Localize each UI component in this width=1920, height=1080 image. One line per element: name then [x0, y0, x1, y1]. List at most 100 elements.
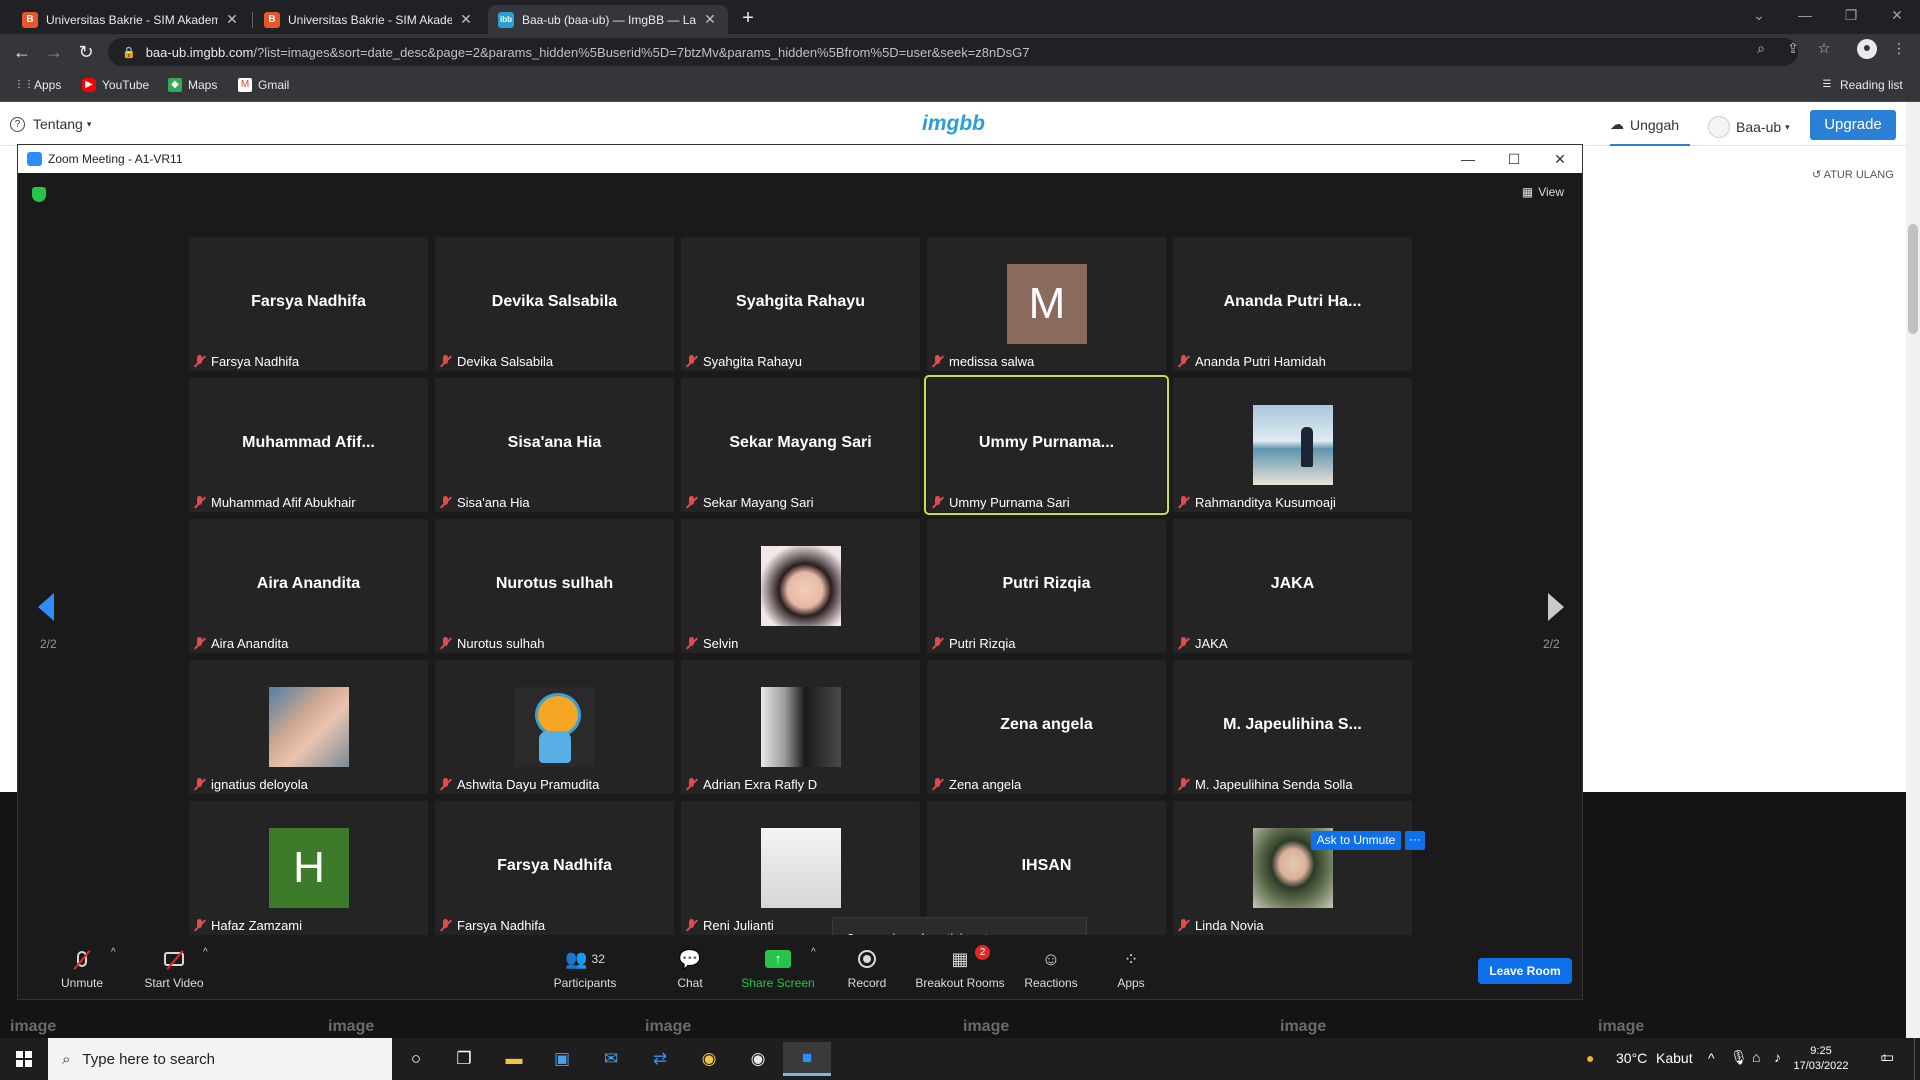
encryption-shield-icon[interactable] — [32, 187, 46, 202]
share-options-caret-icon[interactable]: ^ — [811, 947, 816, 958]
notification-center-icon[interactable]: ▭1 — [1880, 1048, 1899, 1066]
next-page-arrow-icon[interactable] — [1548, 593, 1564, 621]
participant-tile[interactable]: Aira Anandita Aira Anandita — [189, 519, 428, 653]
kebab-menu-icon[interactable]: ⋮ — [1890, 40, 1908, 58]
bookmark-maps[interactable]: ◆ Maps — [168, 78, 217, 92]
reactions-button[interactable]: ☺ Reactions — [1006, 945, 1096, 991]
record-button[interactable]: Record — [822, 945, 912, 990]
tray-chevron-up-icon[interactable]: ^ — [1708, 1050, 1715, 1066]
cortana-circle-icon[interactable]: ○ — [392, 1042, 440, 1076]
mail-icon[interactable]: ✉ — [587, 1042, 635, 1076]
network-icon[interactable]: ⌂ — [1752, 1049, 1760, 1065]
participant-tile[interactable]: Ananda Putri Ha... Ananda Putri Hamidah — [1173, 237, 1412, 371]
previous-page-arrow-icon[interactable] — [38, 593, 54, 621]
more-options-button[interactable]: ··· — [1405, 831, 1425, 850]
back-arrow-icon[interactable]: ← — [10, 40, 34, 64]
weather-temperature[interactable]: 30°C — [1616, 1050, 1647, 1066]
participant-tile[interactable]: Mmedissa salwa — [927, 237, 1166, 371]
show-desktop-button[interactable] — [1914, 1038, 1920, 1080]
minimize-icon[interactable]: — — [1782, 0, 1828, 30]
view-button[interactable]: ▦ View — [1522, 185, 1564, 199]
browser-tab-2[interactable]: B Universitas Bakrie - SIM Akademik ✕ — [254, 5, 484, 34]
participant-tile[interactable]: Putri Rizqia Putri Rizqia — [927, 519, 1166, 653]
leave-room-button[interactable]: Leave Room — [1478, 958, 1572, 984]
maximize-icon[interactable]: ☐ — [1492, 145, 1536, 173]
chrome-profile-icon[interactable]: ◉ — [734, 1042, 782, 1076]
atur-ulang-link[interactable]: ↺ ATUR ULANG — [1812, 168, 1894, 181]
bookmark-youtube[interactable]: ▶ YouTube — [82, 78, 149, 92]
participant-tile[interactable]: Syahgita Rahayu Syahgita Rahayu — [681, 237, 920, 371]
participant-tile[interactable]: JAKA JAKA — [1173, 519, 1412, 653]
chat-button[interactable]: 💬 Chat — [645, 945, 735, 991]
participant-tile[interactable]: Ummy Purnama... Ummy Purnama Sari — [924, 375, 1169, 515]
participant-tile[interactable]: Sisa'ana Hia Sisa'ana Hia — [435, 378, 674, 512]
participant-tile[interactable]: Reni Julianti — [681, 801, 920, 935]
system-clock[interactable]: 9:25 17/03/2022 — [1786, 1044, 1856, 1074]
close-icon[interactable]: ✕ — [702, 11, 718, 28]
participant-tile[interactable]: Nurotus sulhah Nurotus sulhah — [435, 519, 674, 653]
tentang-menu[interactable]: ? Tentang ▾ — [10, 116, 91, 132]
reload-icon[interactable]: ↻ — [74, 40, 98, 64]
imgbb-logo[interactable]: imgbb — [922, 112, 985, 136]
windows-start-icon[interactable] — [0, 1038, 48, 1080]
bookmark-gmail[interactable]: M Gmail — [238, 78, 289, 92]
participant-tile[interactable]: Zena angela Zena angela — [927, 660, 1166, 794]
new-tab-plus-icon[interactable]: + — [736, 7, 760, 31]
scrollbar-thumb[interactable] — [1908, 224, 1918, 334]
reading-list[interactable]: ☰ Reading list — [1820, 78, 1903, 92]
bookmark-apps[interactable]: ⋮⋮ Apps — [14, 78, 61, 92]
participant-tile[interactable]: Adrian Exra Rafly D — [681, 660, 920, 794]
participant-tile[interactable]: Selvin — [681, 519, 920, 653]
close-icon[interactable]: ✕ — [224, 11, 240, 28]
participant-tile[interactable]: Ashwita Dayu Pramudita — [435, 660, 674, 794]
microphone-icon[interactable]: 🎙 — [1730, 1049, 1748, 1066]
share-screen-button[interactable]: ↑ Share Screen — [733, 945, 823, 990]
browser-tab-3-active[interactable]: ibb Baa-ub (baa-ub) — ImgBB — Latest ✕ — [488, 5, 728, 34]
participant-tile[interactable]: Rahmanditya Kusumoaji — [1173, 378, 1412, 512]
ask-to-unmute-button[interactable]: Ask to Unmute — [1311, 831, 1401, 850]
user-menu[interactable]: Baa-ub ▾ — [1708, 116, 1790, 138]
participant-tile[interactable]: IHSAN — [927, 801, 1166, 935]
close-icon[interactable]: ✕ — [458, 11, 474, 28]
minimize-icon[interactable]: — — [1446, 145, 1490, 173]
chrome-icon[interactable]: ◉ — [685, 1042, 733, 1076]
participant-tile[interactable]: M. Japeulihina S... M. Japeulihina Senda … — [1173, 660, 1412, 794]
participants-button[interactable]: 👥 32 Participants — [540, 945, 630, 991]
close-window-icon[interactable]: ✕ — [1874, 0, 1920, 30]
volume-icon[interactable]: ♪ — [1774, 1049, 1781, 1065]
close-window-icon[interactable]: ✕ — [1538, 145, 1582, 173]
participant-tile[interactable]: Farsya Nadhifa Farsya Nadhifa — [435, 801, 674, 935]
browser-tab-1[interactable]: B Universitas Bakrie - SIM Akademik ✕ — [12, 5, 250, 34]
restore-icon[interactable]: ❐ — [1828, 0, 1874, 30]
zoom-magnifier-icon[interactable]: ⌕ — [1752, 40, 1770, 58]
zoom-taskbar-icon[interactable]: ■ — [783, 1042, 831, 1076]
weather-condition[interactable]: Kabut — [1656, 1050, 1693, 1066]
taskbar-search-box[interactable]: ⌕ Type here to search — [48, 1038, 392, 1080]
teamviewer-icon[interactable]: ⇄ — [636, 1042, 684, 1076]
participant-tile[interactable]: Linda Novia — [1173, 801, 1412, 935]
share-icon[interactable]: ⇪ — [1784, 40, 1802, 58]
profile-avatar-icon[interactable]: ● — [1857, 39, 1877, 59]
participant-name-label: Sekar Mayang Sari — [685, 495, 814, 510]
participant-tile[interactable]: H Hafaz Zamzami — [189, 801, 428, 935]
participant-tile[interactable]: Devika Salsabila Devika Salsabila — [435, 237, 674, 371]
unggah-button[interactable]: ☁ Unggah — [1610, 116, 1679, 133]
address-bar[interactable]: 🔒 baa-ub.imgbb.com/?list=images&sort=dat… — [108, 38, 1798, 66]
apps-button[interactable]: ⁘ Apps — [1086, 945, 1176, 991]
participant-tile[interactable]: Farsya Nadhifa Farsya Nadhifa — [189, 237, 428, 371]
participant-name: Devika Salsabila — [457, 354, 554, 369]
upgrade-button[interactable]: Upgrade — [1810, 110, 1896, 140]
audio-options-caret-icon[interactable]: ^ — [111, 947, 116, 958]
participant-tile[interactable]: Sekar Mayang Sari Sekar Mayang Sari — [681, 378, 920, 512]
video-options-caret-icon[interactable]: ^ — [203, 947, 208, 958]
participant-tile[interactable]: Muhammad Afif... Muhammad Afif Abukhair — [189, 378, 428, 512]
breakout-rooms-button[interactable]: ▦ 2 Breakout Rooms — [915, 945, 1005, 990]
participant-tile[interactable]: ignatius deloyola — [189, 660, 428, 794]
page-scrollbar[interactable] — [1906, 102, 1920, 1038]
task-view-icon[interactable]: ❐ — [440, 1042, 488, 1076]
file-explorer-icon[interactable]: ▬ — [490, 1042, 538, 1076]
bookmark-star-icon[interactable]: ☆ — [1815, 40, 1833, 58]
tab-search-chevron-icon[interactable]: ⌄ — [1736, 0, 1782, 30]
forward-arrow-icon[interactable]: → — [42, 40, 66, 64]
store-icon[interactable]: ▣ — [538, 1042, 586, 1076]
